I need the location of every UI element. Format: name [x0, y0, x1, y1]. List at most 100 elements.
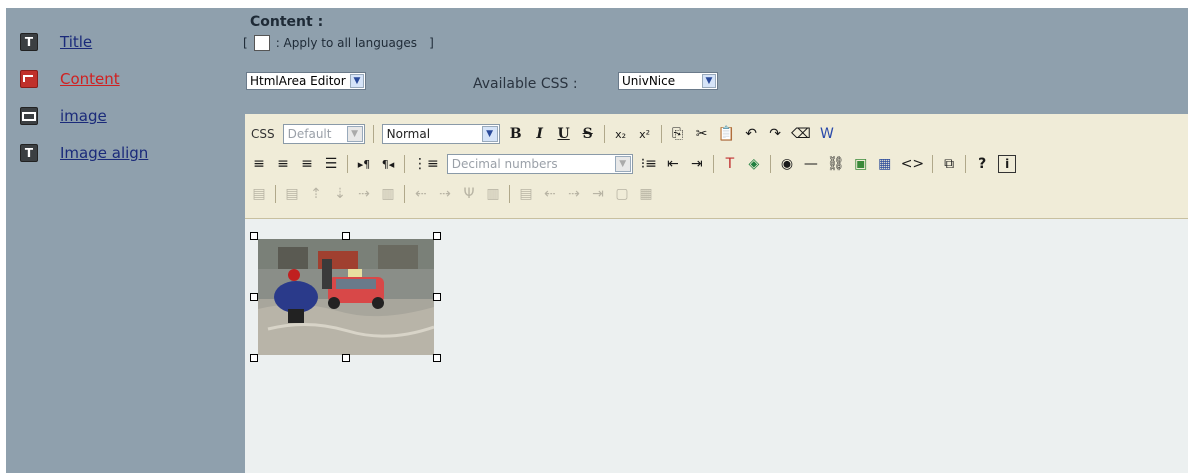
redo-icon[interactable]: ↷ [767, 125, 783, 143]
info-button[interactable]: i [998, 155, 1017, 173]
format-select-value: Normal [386, 127, 431, 141]
align-left-icon[interactable]: ≡ [251, 155, 267, 173]
fullscreen-icon[interactable]: ⧉ [941, 155, 957, 173]
cut-icon[interactable]: ✂ [694, 125, 710, 143]
html-source-icon[interactable]: <> [901, 155, 924, 173]
table-properties-icon[interactable]: ▤ [251, 185, 267, 203]
insert-cell-after-icon[interactable]: ⇢ [566, 185, 582, 203]
insert-row-after-icon[interactable]: ⇣ [332, 185, 348, 203]
text-field-icon: T [20, 33, 38, 51]
undo-icon[interactable]: ↶ [743, 125, 759, 143]
toolbar-separator [769, 155, 771, 173]
text-color-icon[interactable]: T [722, 155, 738, 173]
word-cleanup-icon[interactable]: W [819, 125, 835, 143]
css-select-value: UnivNice [622, 74, 676, 88]
paste-icon[interactable]: 📋 [718, 125, 735, 143]
insert-cell-before-icon[interactable]: ⇠ [542, 185, 558, 203]
chevron-down-icon: ▼ [702, 74, 716, 88]
link-icon[interactable]: ⛓ [827, 155, 845, 173]
chevron-down-icon: ▼ [346, 126, 363, 142]
sidebar-item-title[interactable]: T Title [20, 30, 92, 54]
sidebar-item-image-align[interactable]: T Image align [20, 141, 148, 165]
selected-image[interactable] [258, 239, 435, 355]
delete-row-icon[interactable]: ⇢ [356, 185, 372, 203]
resize-handle-sw[interactable] [250, 354, 258, 362]
insert-col-before-icon[interactable]: ⇠ [413, 185, 429, 203]
content-heading: Content : [250, 14, 324, 30]
css-style-value: Default [287, 127, 332, 141]
subscript-button[interactable]: x₂ [613, 125, 629, 143]
resize-handle-n[interactable] [342, 232, 350, 240]
underline-button[interactable]: U [556, 125, 572, 143]
sidebar-item-label[interactable]: image [60, 107, 107, 125]
insert-image-icon[interactable]: ▣ [853, 155, 869, 173]
toolbar-separator [275, 185, 276, 203]
chevron-down-icon: ▼ [481, 126, 498, 142]
copy-icon[interactable]: ⎘ [670, 125, 686, 143]
resize-handle-w[interactable] [250, 293, 258, 301]
highlight-color-icon[interactable]: ◈ [746, 155, 762, 173]
text-field-glyph: T [24, 35, 34, 49]
sidebar-item-content[interactable]: Content [20, 67, 120, 91]
align-center-icon[interactable]: ≡ [275, 155, 291, 173]
text-field-glyph: T [24, 146, 34, 160]
split-cell-icon[interactable]: ▦ [638, 185, 654, 203]
cell-properties-icon[interactable]: ▤ [518, 185, 534, 203]
delete-col-icon[interactable]: Ψ [461, 185, 477, 203]
css-style-select[interactable]: Default ▼ [282, 124, 365, 144]
indent-icon[interactable]: ⇥ [689, 155, 705, 173]
unordered-list-icon[interactable]: ⁝≡ [641, 155, 657, 173]
editor-select[interactable]: HtmlArea Editor ▼ [246, 72, 366, 90]
toolbar-row-2: ≡ ≡ ≡ ☰ ▸¶ ¶◂ ⋮≡ Decimal numbers ▼ ⁝≡ ⇤ … [251, 152, 1017, 176]
resize-handle-nw[interactable] [250, 232, 258, 240]
sidebar-item-label[interactable]: Content [60, 70, 120, 88]
row-properties-icon[interactable]: ▤ [284, 185, 300, 203]
resize-handle-se[interactable] [433, 354, 441, 362]
strikethrough-button[interactable]: S [580, 125, 596, 143]
text-field-icon: T [20, 144, 38, 162]
insert-table-icon[interactable]: ▦ [877, 155, 893, 173]
apply-all-languages-label: : Apply to all languages [275, 36, 418, 50]
bold-button[interactable]: B [508, 125, 524, 143]
toolbar-separator [603, 125, 605, 143]
split-col-icon[interactable]: ▥ [485, 185, 501, 203]
ordered-list-icon[interactable]: ⋮≡ [413, 155, 439, 173]
sidebar-item-label[interactable]: Title [60, 33, 92, 51]
resize-handle-s[interactable] [342, 354, 350, 362]
italic-button[interactable]: I [532, 125, 548, 143]
editor-toolbar: CSS Default ▼ Normal ▼ B I U S x₂ x² ⎘ ✂… [245, 114, 1188, 219]
horizontal-rule-icon[interactable]: — [803, 155, 819, 173]
rtl-icon[interactable]: ¶◂ [380, 155, 396, 173]
bracket-close: ] [429, 36, 434, 50]
toolbar-separator [932, 155, 934, 173]
help-button[interactable]: ? [974, 155, 990, 173]
editor-select-value: HtmlArea Editor [250, 74, 346, 88]
align-right-icon[interactable]: ≡ [299, 155, 315, 173]
sidebar-item-label[interactable]: Image align [60, 144, 148, 162]
toolbar-separator [965, 155, 967, 173]
merge-cells-icon[interactable]: ▢ [614, 185, 630, 203]
superscript-button[interactable]: x² [637, 125, 653, 143]
chevron-down-icon: ▼ [350, 74, 364, 88]
eraser-icon[interactable]: ⌫ [791, 125, 811, 143]
split-row-icon[interactable]: ▥ [380, 185, 396, 203]
delete-cell-icon[interactable]: ⇥ [590, 185, 606, 203]
ltr-icon[interactable]: ▸¶ [356, 155, 372, 173]
apply-all-languages-row: [ : Apply to all languages ] [243, 35, 434, 51]
resize-handle-e[interactable] [433, 293, 441, 301]
toolbar-separator [660, 125, 662, 143]
insert-row-before-icon[interactable]: ⇡ [308, 185, 324, 203]
list-style-select[interactable]: Decimal numbers ▼ [446, 154, 633, 174]
css-select[interactable]: UnivNice ▼ [618, 72, 718, 90]
field-sidebar: T Title Content image T Image align [6, 8, 243, 473]
outdent-icon[interactable]: ⇤ [665, 155, 681, 173]
special-char-icon[interactable]: ◉ [779, 155, 795, 173]
resize-handle-ne[interactable] [433, 232, 441, 240]
toolbar-separator [712, 155, 714, 173]
align-justify-icon[interactable]: ☰ [323, 155, 339, 173]
sidebar-item-image[interactable]: image [20, 104, 107, 128]
insert-col-after-icon[interactable]: ⇢ [437, 185, 453, 203]
toolbar-row-3: ▤ ▤ ⇡ ⇣ ⇢ ▥ ⇠ ⇢ Ψ ▥ ▤ ⇠ ⇢ ⇥ ▢ ▦ [251, 182, 654, 206]
apply-all-languages-checkbox[interactable] [253, 35, 270, 51]
format-select[interactable]: Normal ▼ [381, 124, 500, 144]
